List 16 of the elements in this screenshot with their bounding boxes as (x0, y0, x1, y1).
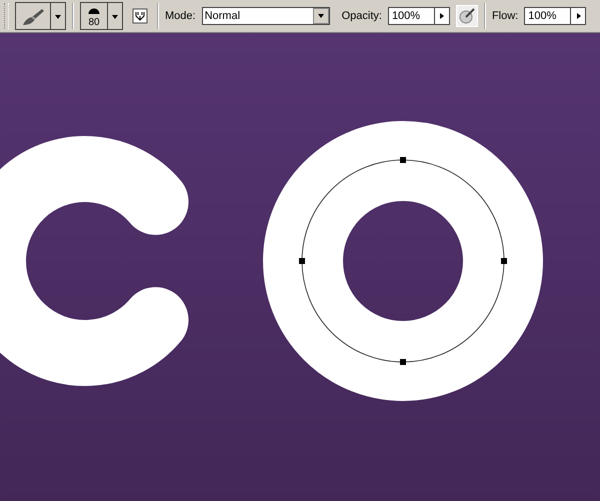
flow-field[interactable]: 100% (524, 7, 586, 25)
opacity-label: Opacity: (342, 10, 382, 22)
airbrush-icon (458, 7, 476, 25)
opacity-field[interactable]: 100% (388, 7, 450, 25)
brush-preset-picker[interactable]: 80 (80, 2, 123, 30)
brush-icon (20, 6, 46, 28)
tool-preset-picker[interactable] (15, 2, 66, 30)
brush-tip-icon (88, 8, 100, 14)
palette-icon (132, 8, 148, 24)
brush-size: 80 (88, 17, 100, 29)
circle-path[interactable] (299, 157, 507, 365)
mode-dropdown[interactable]: Normal (202, 7, 330, 25)
mode-label: Mode: (165, 10, 196, 22)
flow-label: Flow: (492, 10, 518, 22)
grip-icon (4, 3, 9, 29)
airbrush-toggle[interactable] (456, 5, 478, 27)
